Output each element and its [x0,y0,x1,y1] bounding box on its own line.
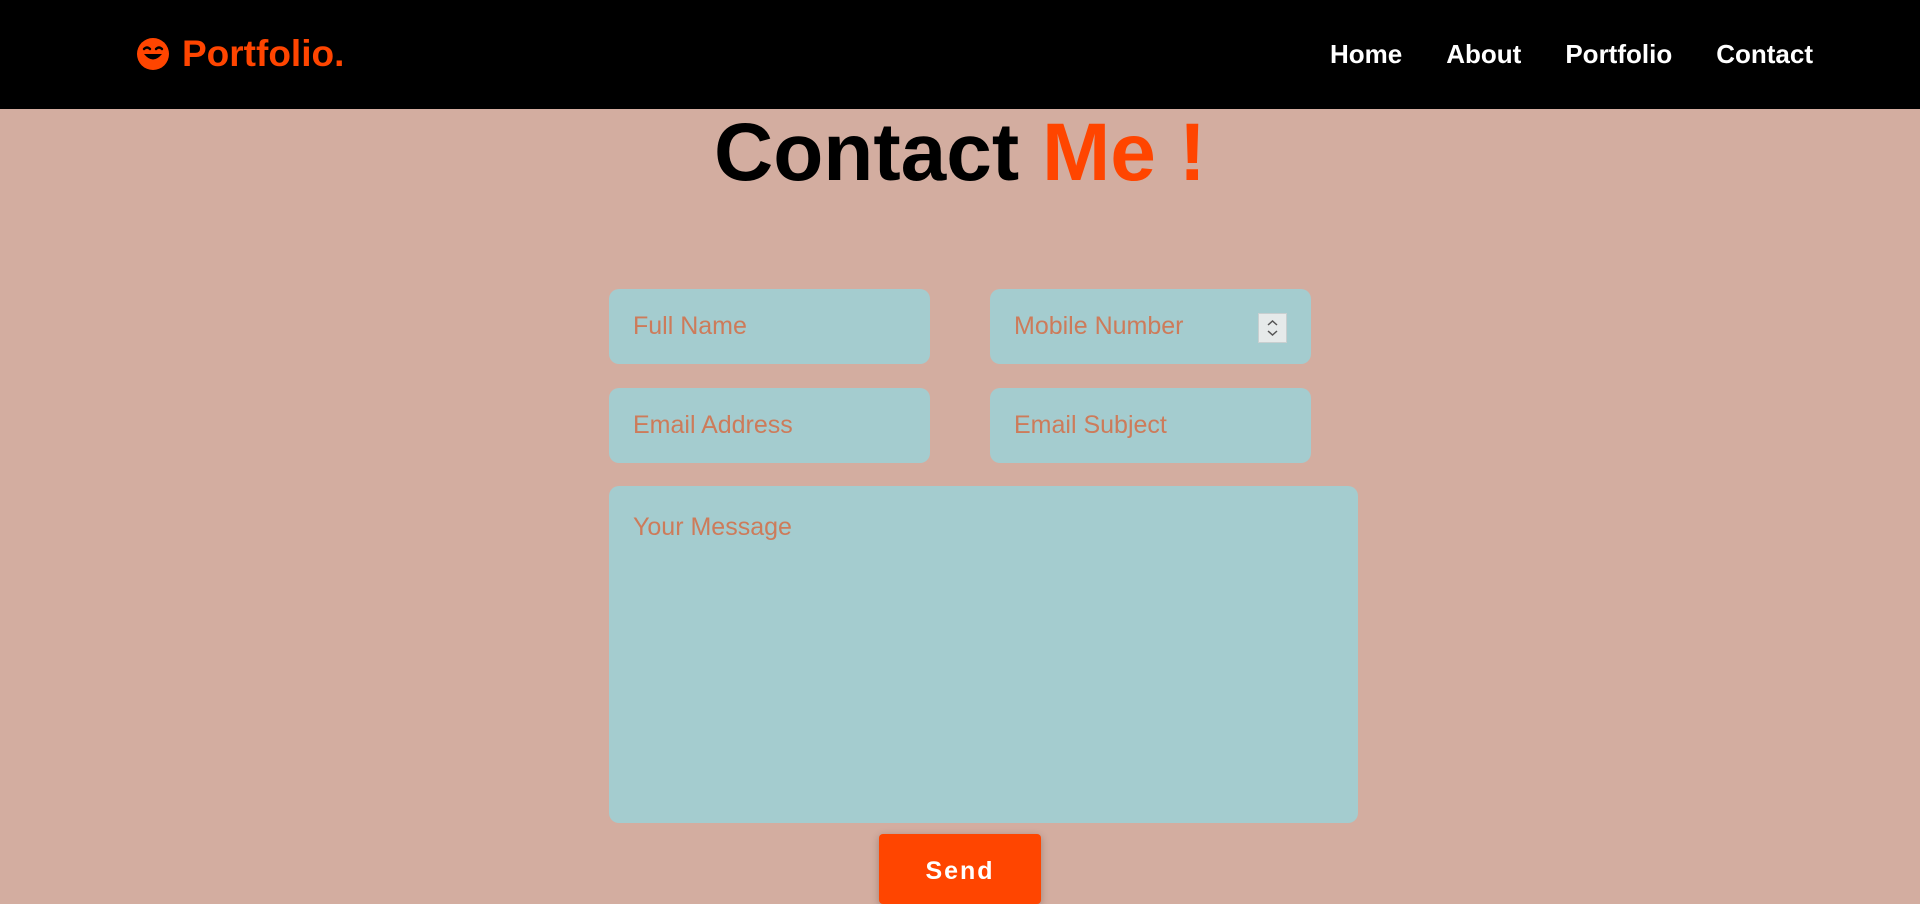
full-name-placeholder: Full Name [633,312,747,340]
title-accent: Me ! [1042,107,1206,198]
main-nav: Home About Portfolio Contact [1330,38,1813,70]
send-label: Send [925,857,995,885]
nav-about[interactable]: About [1446,38,1521,70]
chevron-up-down-icon [1267,319,1278,337]
nav-home[interactable]: Home [1330,38,1402,70]
logo-text: Portfolio. [182,33,345,74]
email-address-input[interactable]: Email Address [609,388,930,463]
nav-contact[interactable]: Contact [1716,38,1813,70]
number-stepper[interactable] [1258,313,1287,343]
mobile-number-input[interactable]: Mobile Number [990,289,1311,364]
mobile-number-placeholder: Mobile Number [1014,312,1184,340]
message-textarea[interactable]: Your Message [609,486,1358,823]
email-address-placeholder: Email Address [633,411,793,439]
message-placeholder: Your Message [633,513,792,541]
email-subject-input[interactable]: Email Subject [990,388,1311,463]
email-subject-placeholder: Email Subject [1014,411,1167,439]
full-name-input[interactable]: Full Name [609,289,930,364]
nav-portfolio[interactable]: Portfolio [1565,38,1672,70]
site-header: Portfolio. Home About Portfolio Contact [0,0,1920,109]
logo[interactable]: Portfolio. [136,34,344,74]
send-button[interactable]: Send [879,834,1041,904]
title-main: Contact [713,107,1020,198]
page-title: Contact Me ! [0,108,1920,198]
smiley-face-icon [137,38,169,70]
